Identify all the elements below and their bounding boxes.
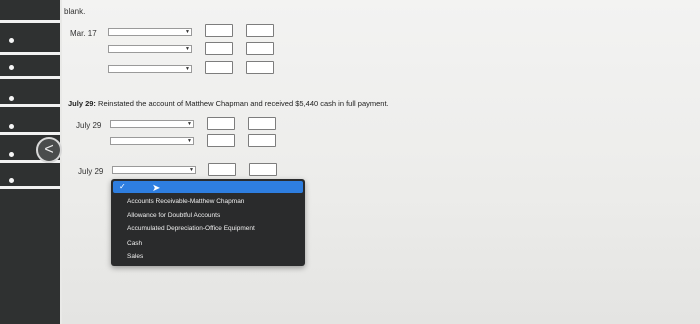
mouse-cursor-icon: ➤ [152, 183, 161, 194]
entry-date-mar17: Mar. 17 [70, 29, 97, 38]
account-select[interactable]: ▼ [108, 28, 192, 36]
dropdown-arrow-icon: ▼ [187, 138, 192, 144]
sidebar-dot[interactable] [9, 65, 14, 70]
journal-entry-area: blank. Mar. 17 ▼ ▼ ▼ July 29: Reinstated… [62, 0, 700, 324]
dropdown-arrow-icon: ▼ [185, 46, 190, 52]
dropdown-option[interactable]: Cash [127, 240, 142, 247]
instruction-date: July 29: [68, 99, 96, 108]
account-select[interactable]: ▼ [108, 65, 192, 73]
sidebar-dot[interactable] [9, 178, 14, 183]
blank-label: blank. [64, 7, 86, 16]
dropdown-arrow-icon: ▼ [185, 29, 190, 35]
account-select-open[interactable]: ▼ [112, 166, 196, 174]
sidebar-divider [0, 132, 60, 135]
sidebar-divider [0, 76, 60, 79]
credit-input[interactable] [248, 134, 276, 147]
chevron-left-icon: < [44, 141, 54, 158]
instruction-body: Reinstated the account of Matthew Chapma… [98, 99, 389, 108]
dropdown-option[interactable]: Allowance for Doubtful Accounts [127, 212, 220, 219]
dropdown-arrow-icon: ▼ [185, 66, 190, 72]
sidebar-divider [0, 52, 60, 55]
credit-input[interactable] [246, 24, 274, 37]
sidebar-dot[interactable] [9, 96, 14, 101]
dropdown-arrow-icon: ▼ [187, 121, 192, 127]
checkmark-icon: ✓ [119, 182, 126, 191]
debit-input[interactable] [208, 163, 236, 176]
back-button[interactable]: < [36, 137, 62, 163]
sidebar-dot[interactable] [9, 152, 14, 157]
account-dropdown-menu: ✓ Accounts Receivable-Matthew Chapman Al… [111, 179, 305, 266]
sidebar-divider [0, 186, 60, 189]
dropdown-arrow-icon: ▼ [189, 167, 194, 173]
dropdown-blank-option[interactable]: ✓ [113, 181, 303, 193]
account-select[interactable]: ▼ [108, 45, 192, 53]
account-select[interactable]: ▼ [110, 120, 194, 128]
debit-input[interactable] [205, 42, 233, 55]
sidebar-dot[interactable] [9, 124, 14, 129]
account-select[interactable]: ▼ [110, 137, 194, 145]
dropdown-option[interactable]: Accounts Receivable-Matthew Chapman [127, 198, 244, 205]
credit-input[interactable] [248, 117, 276, 130]
debit-input[interactable] [205, 24, 233, 37]
sidebar-dot[interactable] [9, 38, 14, 43]
debit-input[interactable] [207, 117, 235, 130]
debit-input[interactable] [207, 134, 235, 147]
entry-date-july29: July 29 [76, 121, 102, 130]
entry-date-july29: July 29 [78, 167, 104, 176]
instruction-text: July 29: Reinstated the account of Matth… [68, 99, 389, 108]
dropdown-option[interactable]: Sales [127, 253, 143, 260]
credit-input[interactable] [246, 61, 274, 74]
dropdown-option[interactable]: Accumulated Depreciation-Office Equipmen… [127, 225, 255, 232]
sidebar-divider [0, 104, 60, 107]
debit-input[interactable] [205, 61, 233, 74]
credit-input[interactable] [249, 163, 277, 176]
sidebar-divider [0, 20, 60, 23]
credit-input[interactable] [246, 42, 274, 55]
